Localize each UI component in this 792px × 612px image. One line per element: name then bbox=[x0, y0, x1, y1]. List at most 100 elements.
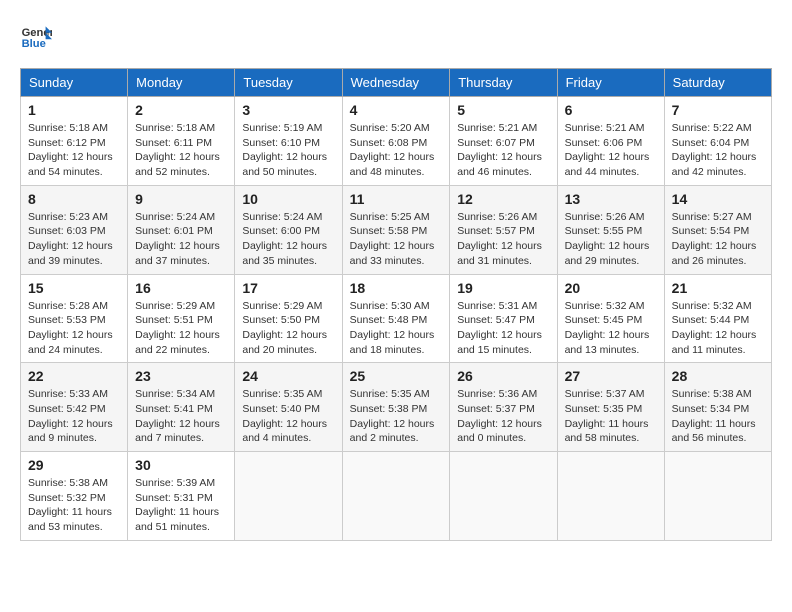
calendar-cell bbox=[450, 452, 557, 541]
day-of-week-header: Sunday bbox=[21, 69, 128, 97]
day-info: Sunrise: 5:23 AMSunset: 6:03 PMDaylight:… bbox=[28, 210, 120, 269]
day-number: 15 bbox=[28, 280, 120, 296]
day-number: 25 bbox=[350, 368, 443, 384]
calendar-cell: 8 Sunrise: 5:23 AMSunset: 6:03 PMDaylight… bbox=[21, 185, 128, 274]
calendar-cell bbox=[235, 452, 342, 541]
calendar-cell: 15 Sunrise: 5:28 AMSunset: 5:53 PMDayligh… bbox=[21, 274, 128, 363]
day-info: Sunrise: 5:26 AMSunset: 5:57 PMDaylight:… bbox=[457, 210, 549, 269]
day-number: 26 bbox=[457, 368, 549, 384]
day-number: 17 bbox=[242, 280, 334, 296]
day-of-week-header: Tuesday bbox=[235, 69, 342, 97]
calendar-cell: 5 Sunrise: 5:21 AMSunset: 6:07 PMDaylight… bbox=[450, 97, 557, 186]
calendar-cell: 26 Sunrise: 5:36 AMSunset: 5:37 PMDayligh… bbox=[450, 363, 557, 452]
day-info: Sunrise: 5:37 AMSunset: 5:35 PMDaylight:… bbox=[565, 387, 657, 446]
calendar-cell: 11Sunrise: 5:25 AMSunset: 5:58 PMDayligh… bbox=[342, 185, 450, 274]
day-of-week-header: Saturday bbox=[664, 69, 771, 97]
day-info: Sunrise: 5:21 AMSunset: 6:07 PMDaylight:… bbox=[457, 121, 549, 180]
calendar-cell: 21Sunrise: 5:32 AMSunset: 5:44 PMDayligh… bbox=[664, 274, 771, 363]
day-number: 28 bbox=[672, 368, 764, 384]
calendar-cell: 10 Sunrise: 5:24 AMSunset: 6:00 PMDayligh… bbox=[235, 185, 342, 274]
calendar-cell: 22 Sunrise: 5:33 AMSunset: 5:42 PMDayligh… bbox=[21, 363, 128, 452]
day-info: Sunrise: 5:36 AMSunset: 5:37 PMDaylight:… bbox=[457, 387, 549, 446]
day-info: Sunrise: 5:29 AMSunset: 5:51 PMDaylight:… bbox=[135, 299, 227, 358]
calendar-cell: 20 Sunrise: 5:32 AMSunset: 5:45 PMDayligh… bbox=[557, 274, 664, 363]
calendar-header-row: SundayMondayTuesdayWednesdayThursdayFrid… bbox=[21, 69, 772, 97]
day-info: Sunrise: 5:34 AMSunset: 5:41 PMDaylight:… bbox=[135, 387, 227, 446]
calendar-cell: 9Sunrise: 5:24 AMSunset: 6:01 PMDaylight… bbox=[128, 185, 235, 274]
day-of-week-header: Wednesday bbox=[342, 69, 450, 97]
calendar-cell bbox=[342, 452, 450, 541]
day-info: Sunrise: 5:35 AMSunset: 5:40 PMDaylight:… bbox=[242, 387, 334, 446]
calendar-cell: 16Sunrise: 5:29 AMSunset: 5:51 PMDayligh… bbox=[128, 274, 235, 363]
day-info: Sunrise: 5:24 AMSunset: 6:00 PMDaylight:… bbox=[242, 210, 334, 269]
day-number: 8 bbox=[28, 191, 120, 207]
day-info: Sunrise: 5:39 AMSunset: 5:31 PMDaylight:… bbox=[135, 476, 227, 535]
day-info: Sunrise: 5:18 AMSunset: 6:11 PMDaylight:… bbox=[135, 121, 227, 180]
calendar-cell: 28 Sunrise: 5:38 AMSunset: 5:34 PMDayligh… bbox=[664, 363, 771, 452]
day-number: 30 bbox=[135, 457, 227, 473]
day-info: Sunrise: 5:30 AMSunset: 5:48 PMDaylight:… bbox=[350, 299, 443, 358]
day-info: Sunrise: 5:32 AMSunset: 5:45 PMDaylight:… bbox=[565, 299, 657, 358]
calendar-cell: 14Sunrise: 5:27 AMSunset: 5:54 PMDayligh… bbox=[664, 185, 771, 274]
day-number: 22 bbox=[28, 368, 120, 384]
day-info: Sunrise: 5:38 AMSunset: 5:32 PMDaylight:… bbox=[28, 476, 120, 535]
day-number: 3 bbox=[242, 102, 334, 118]
day-number: 23 bbox=[135, 368, 227, 384]
calendar-cell: 13Sunrise: 5:26 AMSunset: 5:55 PMDayligh… bbox=[557, 185, 664, 274]
day-of-week-header: Friday bbox=[557, 69, 664, 97]
calendar-cell: 23 Sunrise: 5:34 AMSunset: 5:41 PMDayligh… bbox=[128, 363, 235, 452]
day-number: 29 bbox=[28, 457, 120, 473]
calendar-cell: 24 Sunrise: 5:35 AMSunset: 5:40 PMDayligh… bbox=[235, 363, 342, 452]
day-number: 1 bbox=[28, 102, 120, 118]
day-info: Sunrise: 5:19 AMSunset: 6:10 PMDaylight:… bbox=[242, 121, 334, 180]
calendar-cell: 17 Sunrise: 5:29 AMSunset: 5:50 PMDayligh… bbox=[235, 274, 342, 363]
calendar-cell bbox=[557, 452, 664, 541]
day-number: 27 bbox=[565, 368, 657, 384]
calendar-cell: 2Sunrise: 5:18 AMSunset: 6:11 PMDaylight… bbox=[128, 97, 235, 186]
calendar-cell: 30 Sunrise: 5:39 AMSunset: 5:31 PMDayligh… bbox=[128, 452, 235, 541]
day-number: 24 bbox=[242, 368, 334, 384]
calendar-table: SundayMondayTuesdayWednesdayThursdayFrid… bbox=[20, 68, 772, 541]
svg-text:Blue: Blue bbox=[22, 38, 46, 50]
day-number: 10 bbox=[242, 191, 334, 207]
calendar-cell: 12 Sunrise: 5:26 AMSunset: 5:57 PMDayligh… bbox=[450, 185, 557, 274]
day-info: Sunrise: 5:25 AMSunset: 5:58 PMDaylight:… bbox=[350, 210, 443, 269]
logo: General Blue bbox=[20, 20, 56, 52]
day-info: Sunrise: 5:21 AMSunset: 6:06 PMDaylight:… bbox=[565, 121, 657, 180]
calendar-cell: 19 Sunrise: 5:31 AMSunset: 5:47 PMDayligh… bbox=[450, 274, 557, 363]
calendar-cell: 27 Sunrise: 5:37 AMSunset: 5:35 PMDayligh… bbox=[557, 363, 664, 452]
day-info: Sunrise: 5:27 AMSunset: 5:54 PMDaylight:… bbox=[672, 210, 764, 269]
day-info: Sunrise: 5:18 AMSunset: 6:12 PMDaylight:… bbox=[28, 121, 120, 180]
day-number: 4 bbox=[350, 102, 443, 118]
day-info: Sunrise: 5:28 AMSunset: 5:53 PMDaylight:… bbox=[28, 299, 120, 358]
day-info: Sunrise: 5:32 AMSunset: 5:44 PMDaylight:… bbox=[672, 299, 764, 358]
day-number: 19 bbox=[457, 280, 549, 296]
calendar-week-row: 8 Sunrise: 5:23 AMSunset: 6:03 PMDaylight… bbox=[21, 185, 772, 274]
calendar-cell: 25 Sunrise: 5:35 AMSunset: 5:38 PMDayligh… bbox=[342, 363, 450, 452]
day-of-week-header: Thursday bbox=[450, 69, 557, 97]
day-number: 18 bbox=[350, 280, 443, 296]
calendar-cell bbox=[664, 452, 771, 541]
calendar-week-row: 29 Sunrise: 5:38 AMSunset: 5:32 PMDayligh… bbox=[21, 452, 772, 541]
calendar-cell: 7 Sunrise: 5:22 AMSunset: 6:04 PMDaylight… bbox=[664, 97, 771, 186]
day-info: Sunrise: 5:24 AMSunset: 6:01 PMDaylight:… bbox=[135, 210, 227, 269]
day-info: Sunrise: 5:20 AMSunset: 6:08 PMDaylight:… bbox=[350, 121, 443, 180]
day-number: 5 bbox=[457, 102, 549, 118]
calendar-cell: 29 Sunrise: 5:38 AMSunset: 5:32 PMDayligh… bbox=[21, 452, 128, 541]
day-info: Sunrise: 5:38 AMSunset: 5:34 PMDaylight:… bbox=[672, 387, 764, 446]
logo-icon: General Blue bbox=[20, 20, 52, 52]
day-number: 6 bbox=[565, 102, 657, 118]
calendar-cell: 6 Sunrise: 5:21 AMSunset: 6:06 PMDaylight… bbox=[557, 97, 664, 186]
day-info: Sunrise: 5:35 AMSunset: 5:38 PMDaylight:… bbox=[350, 387, 443, 446]
day-number: 7 bbox=[672, 102, 764, 118]
calendar-week-row: 15 Sunrise: 5:28 AMSunset: 5:53 PMDayligh… bbox=[21, 274, 772, 363]
day-info: Sunrise: 5:33 AMSunset: 5:42 PMDaylight:… bbox=[28, 387, 120, 446]
day-number: 12 bbox=[457, 191, 549, 207]
calendar-cell: 18 Sunrise: 5:30 AMSunset: 5:48 PMDayligh… bbox=[342, 274, 450, 363]
day-info: Sunrise: 5:26 AMSunset: 5:55 PMDaylight:… bbox=[565, 210, 657, 269]
day-info: Sunrise: 5:29 AMSunset: 5:50 PMDaylight:… bbox=[242, 299, 334, 358]
day-number: 20 bbox=[565, 280, 657, 296]
day-of-week-header: Monday bbox=[128, 69, 235, 97]
day-info: Sunrise: 5:22 AMSunset: 6:04 PMDaylight:… bbox=[672, 121, 764, 180]
day-info: Sunrise: 5:31 AMSunset: 5:47 PMDaylight:… bbox=[457, 299, 549, 358]
